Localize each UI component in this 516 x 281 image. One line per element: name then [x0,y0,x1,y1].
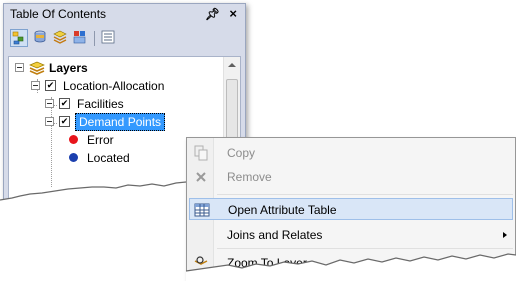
collapse-toggle[interactable] [15,63,24,72]
submenu-arrow-icon [503,232,507,238]
demand-points-label: Demand Points [75,113,166,131]
menu-item-label: Open Attribute Table [228,203,337,217]
location-allocation-label: Location-Allocation [63,79,165,93]
context-menu: Copy Remove Open Attribute Table Joins a… [186,137,516,281]
menu-item-label: Remove [227,170,272,184]
options-icon[interactable] [100,29,118,47]
located-symbol-icon [69,153,78,162]
menu-item-open-attribute-table[interactable]: Open Attribute Table [189,198,513,220]
list-by-selection-icon[interactable] [72,29,90,47]
menu-item-joins-and-relates[interactable]: Joins and Relates [189,224,513,246]
scroll-up-icon[interactable] [228,63,236,67]
table-icon [194,202,210,218]
menu-item-copy[interactable]: Copy [189,142,513,164]
toc-toolbar [8,26,242,52]
tree-node-location-allocation[interactable]: ✔ Location-Allocation [31,77,221,95]
visibility-checkbox[interactable]: ✔ [59,116,70,127]
visibility-checkbox[interactable]: ✔ [59,98,70,109]
layers-label: Layers [49,61,88,75]
expand-toggle[interactable] [45,99,54,108]
menu-item-label: Copy [227,146,256,160]
list-by-drawing-order-icon[interactable] [10,29,28,47]
list-by-source-icon[interactable] [32,29,50,47]
facilities-label: Facilities [77,97,124,111]
collapse-toggle[interactable] [45,117,54,126]
error-label: Error [87,133,114,147]
located-label: Located [87,151,130,165]
list-by-visibility-icon[interactable] [52,29,70,47]
copy-icon [193,145,209,161]
close-icon[interactable]: × [229,6,237,21]
tree-node-facilities[interactable]: ✔ Facilities [45,95,205,113]
remove-icon [193,169,209,185]
pin-icon[interactable]: 📌︎ [205,7,220,21]
collapse-toggle[interactable] [31,81,40,90]
zoom-to-layer-icon [193,255,209,271]
tree-node-demand-points[interactable]: ✔ Demand Points [45,113,225,131]
error-symbol-icon [69,135,78,144]
tree-node-layers[interactable]: Layers [15,59,215,77]
visibility-checkbox[interactable]: ✔ [45,80,56,91]
menu-item-remove[interactable]: Remove [189,166,513,188]
legend-item-located: Located [69,149,189,167]
legend-item-error: Error [69,131,189,149]
toc-title-bar: Table Of Contents 📌︎ × [4,4,245,24]
menu-item-label: Joins and Relates [227,228,323,242]
menu-item-label: Zoom To Layer [227,256,307,270]
menu-item-zoom-to-layer[interactable]: Zoom To Layer [189,252,513,274]
toc-title: Table Of Contents [10,7,107,21]
